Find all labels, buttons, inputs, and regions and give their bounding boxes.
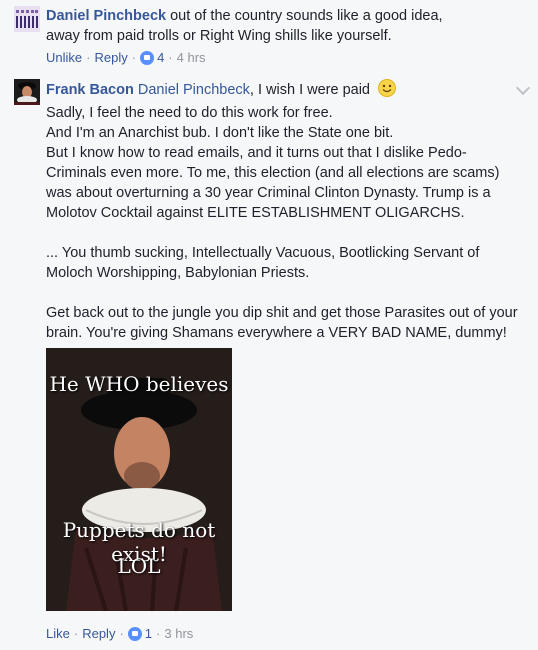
meme-top-text: He WHO believes bbox=[49, 372, 229, 396]
comment-author[interactable]: Daniel Pinchbeck bbox=[46, 8, 166, 24]
reaction-count[interactable]: 4 bbox=[157, 49, 164, 67]
separator: · bbox=[131, 50, 137, 65]
avatar[interactable] bbox=[14, 6, 40, 32]
like-button[interactable]: Like bbox=[46, 625, 70, 643]
separator: · bbox=[119, 626, 124, 641]
comment-paragraph: ... You thumb sucking, Intellectually Va… bbox=[46, 245, 480, 281]
first-line-text: , I wish I were paid bbox=[249, 82, 370, 98]
separator: · bbox=[156, 626, 161, 641]
like-reaction-icon[interactable] bbox=[140, 51, 155, 65]
comment-paragraph: Get back out to the jungle you dip shit … bbox=[46, 305, 518, 341]
meme-bottom-text-2: LOL bbox=[117, 554, 161, 578]
timestamp[interactable]: 3 hrs bbox=[164, 625, 193, 643]
comment-body: Frank Bacon Daniel Pinchbeck, I wish I w… bbox=[46, 79, 524, 343]
separator: · bbox=[73, 626, 79, 641]
comment-paragraph: Sadly, I feel the need to do this work f… bbox=[46, 105, 333, 121]
attached-meme-image[interactable]: He WHO believes Puppets do not exist! LO… bbox=[46, 348, 232, 611]
reply-button[interactable]: Reply bbox=[82, 625, 115, 643]
comment-actions: Unlike · Reply · 4 · 4 hrs bbox=[46, 49, 206, 67]
separator: · bbox=[168, 50, 173, 65]
like-reaction-icon[interactable] bbox=[127, 627, 142, 641]
comment-paragraph: And I'm an Anarchist bub. I don't like t… bbox=[46, 125, 394, 141]
first-line: Frank Bacon Daniel Pinchbeck, I wish I w… bbox=[46, 79, 524, 103]
reply-button[interactable]: Reply bbox=[94, 49, 127, 67]
reaction-count[interactable]: 1 bbox=[145, 625, 152, 643]
timestamp[interactable]: 4 hrs bbox=[177, 49, 206, 67]
mention-link[interactable]: Daniel Pinchbeck bbox=[138, 82, 250, 98]
avatar[interactable] bbox=[14, 79, 40, 105]
comment-body: Daniel Pinchbeck out of the country soun… bbox=[46, 6, 446, 46]
comment-actions: Like · Reply · 1 · 3 hrs bbox=[46, 625, 193, 643]
comment-author[interactable]: Frank Bacon bbox=[46, 82, 134, 98]
separator: · bbox=[86, 50, 91, 65]
unlike-button[interactable]: Unlike bbox=[46, 49, 82, 67]
smiley-emoji-icon bbox=[378, 79, 397, 103]
comment-paragraph: But I know how to read emails, and it tu… bbox=[46, 145, 500, 221]
